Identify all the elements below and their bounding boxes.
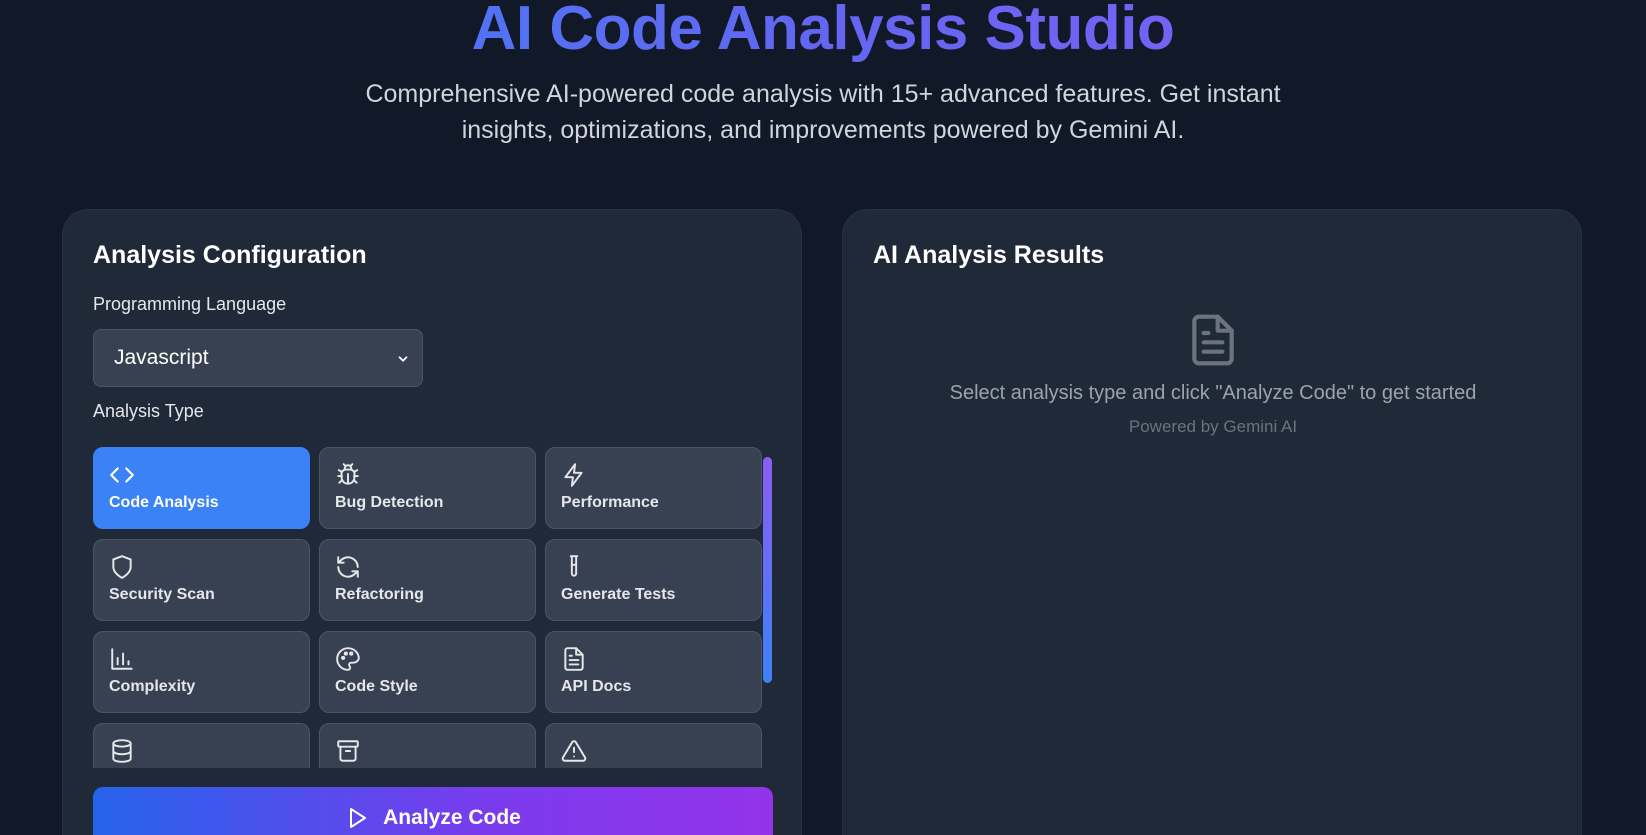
warning-icon xyxy=(561,740,587,762)
analysis-type-label: Code Analysis xyxy=(109,494,219,511)
analysis-type-code-style[interactable]: Code Style xyxy=(319,631,536,713)
scrollbar-thumb[interactable] xyxy=(763,457,772,683)
analysis-type-label: Complexity xyxy=(109,678,196,695)
bug-icon xyxy=(337,463,359,485)
palette-icon xyxy=(336,647,360,671)
analysis-configuration-panel: Analysis Configuration Programming Langu… xyxy=(62,209,802,835)
analysis-type-label: Security Scan xyxy=(109,586,215,603)
language-select-value: Javascript xyxy=(114,346,209,369)
panel-title: AI Analysis Results xyxy=(873,241,1105,269)
analyze-code-label: Analyze Code xyxy=(383,806,521,829)
language-label: Programming Language xyxy=(93,294,287,314)
analysis-type-scrollbar[interactable] xyxy=(762,448,772,768)
database-icon xyxy=(112,739,132,763)
test-tube-icon xyxy=(569,555,579,577)
panel-title: Analysis Configuration xyxy=(93,241,367,269)
document-icon xyxy=(564,647,584,671)
analysis-type-bug-detection[interactable]: Bug Detection xyxy=(319,447,536,529)
language-select[interactable]: Javascript xyxy=(93,329,423,387)
analysis-type-complexity[interactable]: Complexity xyxy=(93,631,310,713)
powered-by-label: Powered by Gemini AI xyxy=(1128,417,1298,436)
chevron-down-icon xyxy=(398,356,408,362)
analysis-type-database[interactable] xyxy=(93,723,310,768)
analysis-type-label: Performance xyxy=(561,494,659,511)
archive-icon xyxy=(337,740,359,762)
analysis-results-panel: AI Analysis Results Select analysis type… xyxy=(842,209,1582,835)
analysis-type-performance[interactable]: Performance xyxy=(545,447,762,529)
page-title: AI Code Analysis Studio xyxy=(0,0,1646,66)
empty-state-message: Select analysis type and click "Analyze … xyxy=(949,382,1477,404)
play-icon xyxy=(350,808,367,828)
analysis-type-warning[interactable] xyxy=(545,723,762,768)
analysis-type-grid: Code Analysis Bug Detection Performance … xyxy=(93,447,773,768)
code-icon xyxy=(110,467,134,483)
page-subtitle: Comprehensive AI-powered code analysis w… xyxy=(365,80,1281,144)
analysis-type-generate-tests[interactable]: Generate Tests xyxy=(545,539,762,621)
refresh-icon xyxy=(337,556,359,578)
analysis-type-archive[interactable] xyxy=(319,723,536,768)
analysis-type-label: Refactoring xyxy=(335,586,424,603)
analysis-type-label: Bug Detection xyxy=(335,494,444,511)
analysis-type-label: API Docs xyxy=(561,678,632,695)
shield-icon xyxy=(112,555,132,579)
document-icon xyxy=(1192,314,1234,366)
bar-chart-icon xyxy=(111,648,133,670)
analysis-type-label: Analysis Type xyxy=(93,401,204,421)
analyze-code-button[interactable]: Analyze Code xyxy=(93,787,773,835)
analysis-type-label: Generate Tests xyxy=(561,586,676,603)
analysis-type-api-docs[interactable]: API Docs xyxy=(545,631,762,713)
analysis-type-code-analysis[interactable]: Code Analysis xyxy=(93,447,310,529)
lightning-icon xyxy=(564,463,583,487)
analysis-type-refactoring[interactable]: Refactoring xyxy=(319,539,536,621)
analysis-type-security-scan[interactable]: Security Scan xyxy=(93,539,310,621)
analysis-type-label: Code Style xyxy=(335,678,418,695)
